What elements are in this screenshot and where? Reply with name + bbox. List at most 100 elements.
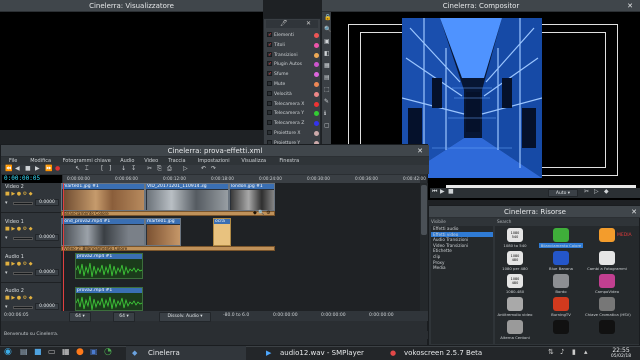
effect-icon[interactable] bbox=[507, 320, 523, 334]
crop-icon[interactable]: ⬚ bbox=[324, 86, 330, 93]
clip-audio1[interactable]: prova2.mp4 #1 bbox=[75, 253, 143, 279]
files-icon[interactable]: ▣ bbox=[90, 347, 98, 356]
effect-icon[interactable]: 1080 480 bbox=[507, 251, 523, 265]
in-point-icon[interactable]: [ bbox=[101, 165, 103, 172]
tray-volume-icon[interactable]: ♪ bbox=[560, 348, 564, 356]
timeline-close-icon[interactable]: ✕ bbox=[415, 146, 425, 156]
overlay-toggle[interactable]: ✓ Titoli bbox=[267, 41, 319, 51]
level-field[interactable]: 0.0000 bbox=[35, 234, 59, 241]
effect-icon[interactable] bbox=[553, 274, 569, 288]
checkbox[interactable]: ✓ bbox=[267, 41, 272, 47]
safe-region-icon[interactable]: ▢ bbox=[324, 122, 330, 129]
resources-titlebar[interactable]: Cinelerra: Risorse bbox=[429, 206, 640, 218]
redo-icon[interactable]: ↷ bbox=[211, 165, 216, 172]
expand-icon[interactable]: ▾ bbox=[5, 270, 8, 276]
effect-keyframe-icon[interactable]: ◆ 🔍 ⚙ bbox=[253, 210, 271, 216]
forward-icon[interactable]: ⏩ bbox=[45, 165, 52, 172]
record-icon[interactable]: ● bbox=[55, 165, 60, 172]
menu-item[interactable]: Audio bbox=[120, 158, 134, 164]
clip-london[interactable]: london.jpg #1 bbox=[229, 183, 275, 211]
checkbox[interactable] bbox=[267, 120, 272, 126]
track-toggles[interactable]: ■ ▶ ● ⚙ ◆ bbox=[5, 261, 33, 267]
menu-item[interactable]: Modifica bbox=[30, 158, 51, 164]
tray-arrow-icon[interactable]: ▴ bbox=[584, 348, 588, 356]
copy-icon[interactable]: ⎘ bbox=[157, 165, 162, 173]
splice-icon[interactable]: ↓ bbox=[121, 165, 126, 172]
track-header[interactable]: Video 2 ■ ▶ ● ⚙ ◆ ▾ 0.0000 bbox=[1, 183, 61, 213]
fader-slider[interactable] bbox=[13, 202, 33, 205]
effect-icon[interactable] bbox=[599, 297, 615, 311]
effect-icon[interactable] bbox=[553, 251, 569, 265]
play-icon[interactable]: ▶ bbox=[440, 188, 445, 195]
undo-icon[interactable]: ↶ bbox=[201, 165, 206, 172]
checkbox[interactable]: ✓ bbox=[267, 61, 272, 67]
tray-network-icon[interactable]: ⇅ bbox=[548, 348, 554, 356]
zoom-sample-select[interactable]: 64 ▾ bbox=[69, 312, 91, 322]
timeline-titlebar[interactable]: Cinelerra: prova-effetti.xml bbox=[1, 145, 429, 157]
menu-item[interactable]: Video bbox=[144, 158, 158, 164]
track-toggles[interactable]: ■ ▶ ● ⚙ ◆ bbox=[5, 226, 33, 232]
overlay-toggle[interactable]: ✓ Plugin Autos bbox=[267, 60, 319, 70]
track-canvas[interactable]: marte01.jpg #1 VID_20171201_110914.3g lo… bbox=[61, 183, 420, 311]
overlay-toggle[interactable]: ✓ Transizioni bbox=[267, 51, 319, 61]
effect-color-balance-v2[interactable]: Bilanciamento Colore bbox=[61, 211, 275, 216]
firefox-icon[interactable]: ● bbox=[76, 347, 84, 357]
pin-icon[interactable]: 🖊 bbox=[280, 20, 288, 27]
viewer-titlebar[interactable]: Cinelerra: Visualizzatore bbox=[0, 0, 263, 12]
cut-icon[interactable]: ✂ bbox=[147, 165, 152, 172]
expand-icon[interactable]: ▾ bbox=[5, 235, 8, 241]
calculator-icon[interactable]: ▦ bbox=[62, 347, 70, 356]
compositor-titlebar[interactable]: Cinelerra: Compositor bbox=[322, 0, 640, 12]
effect-icon[interactable] bbox=[599, 274, 615, 288]
overlay-toggle[interactable]: Telecamera X bbox=[267, 100, 319, 110]
label-add-icon[interactable]: ▷ bbox=[183, 165, 188, 172]
checkbox[interactable]: ✓ bbox=[267, 32, 272, 38]
app-launcher-icon[interactable]: ◉ bbox=[4, 347, 12, 357]
menu-item[interactable]: Fotogrammi chiave bbox=[63, 158, 111, 164]
folder-icon[interactable]: ■ bbox=[34, 347, 42, 356]
clock[interactable]: 22:55 05/02/18 bbox=[604, 347, 638, 359]
stop-icon[interactable]: ■ bbox=[448, 188, 454, 195]
close-icon[interactable]: ✕ bbox=[306, 20, 311, 27]
terminal-icon[interactable]: ▭ bbox=[48, 347, 56, 356]
viewer-canvas[interactable] bbox=[0, 12, 263, 130]
effect-icon[interactable] bbox=[599, 228, 615, 242]
out-point-icon[interactable]: ] bbox=[109, 165, 111, 172]
clip-audio2[interactable]: prova2.mp4 #1 bbox=[75, 287, 143, 311]
camera-icon[interactable]: ▦ bbox=[324, 62, 330, 69]
zoom-amp-select[interactable]: 64 ▾ bbox=[113, 312, 135, 322]
effect-icon[interactable]: 1080 480 bbox=[507, 274, 523, 288]
arrow-icon[interactable]: ↖ bbox=[75, 165, 80, 172]
time-ruler[interactable]: 0:00:00:00 0:00:06:00 0:00:12:00 0:00:18:00… bbox=[63, 175, 426, 183]
resources-close-icon[interactable]: ✕ bbox=[629, 207, 639, 217]
track-toggles[interactable]: ■ ▶ ● ⚙ ◆ bbox=[5, 295, 33, 301]
expand-icon[interactable]: ▾ bbox=[5, 200, 8, 206]
track-header[interactable]: Video 1 ■ ▶ ● ⚙ ◆ ▾ 0.0000 bbox=[1, 218, 61, 248]
chromium-icon[interactable]: ◔ bbox=[104, 347, 112, 357]
effect-icon[interactable] bbox=[553, 320, 569, 334]
scissors-icon[interactable]: ✂ bbox=[584, 188, 589, 195]
track-name[interactable]: Video 2 bbox=[5, 184, 24, 190]
fader-slider[interactable] bbox=[13, 272, 33, 275]
clip-lond-prova2[interactable]: lond_prova2.mp4 #1 bbox=[61, 218, 145, 246]
effect-icon[interactable] bbox=[599, 320, 615, 334]
compositor-scrub[interactable] bbox=[446, 185, 636, 188]
level-field[interactable]: 0.0000 bbox=[35, 303, 59, 310]
effect-color-balance-v1[interactable]: Video 2: Bilanciamento Colore bbox=[61, 246, 275, 251]
overlay-toggle[interactable]: Telecamera Z bbox=[267, 119, 319, 129]
checkbox[interactable] bbox=[267, 100, 272, 106]
clip-vid-20171201[interactable]: VID_20171201_110914.3g bbox=[145, 183, 229, 211]
keyframe-icon[interactable]: ◆ bbox=[604, 188, 609, 195]
tool-info-icon[interactable]: ℹ bbox=[324, 110, 326, 117]
menu-item[interactable]: File bbox=[9, 158, 17, 164]
fader-slider[interactable] bbox=[13, 237, 33, 240]
checkbox[interactable] bbox=[267, 129, 272, 135]
overlay-toggle[interactable]: ✓ Sfume bbox=[267, 70, 319, 80]
menu-item[interactable]: Impostazioni bbox=[198, 158, 230, 164]
ruler-icon[interactable]: ◧ bbox=[324, 50, 330, 57]
track-name[interactable]: Video 1 bbox=[5, 219, 24, 225]
checkbox[interactable]: ✓ bbox=[267, 71, 272, 77]
effect-icon[interactable] bbox=[599, 251, 615, 265]
checkbox[interactable] bbox=[267, 110, 272, 116]
desktop-icon[interactable]: ▤ bbox=[20, 347, 28, 356]
